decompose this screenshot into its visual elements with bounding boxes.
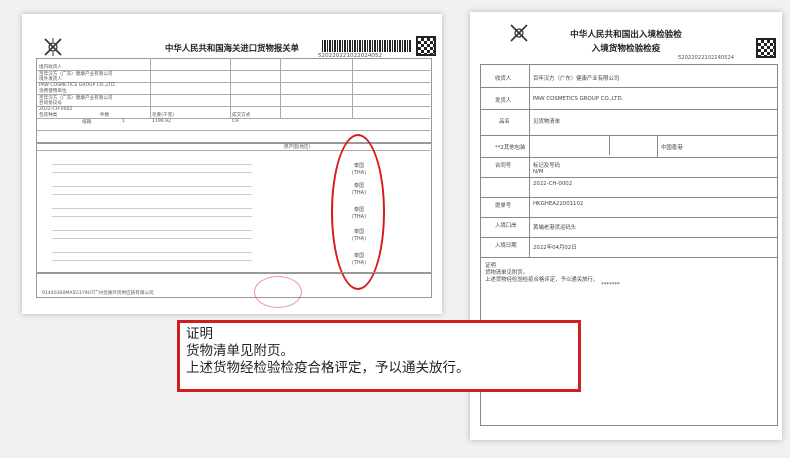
- seal-stamp: [254, 276, 302, 308]
- notice-title: 证明: [186, 326, 213, 342]
- origin-col-header: 原产国(地区): [284, 145, 311, 150]
- notice-line-clearance: 上述货物经检验检疫合格评定，予以通关放行。: [186, 360, 470, 376]
- certification-notice-callout: 证明 货物清单见附页。 上述货物经检验检疫合格评定，予以通关放行。: [177, 320, 581, 392]
- origin-highlight-oval: [331, 134, 385, 290]
- right-qr-code: [756, 38, 776, 58]
- customs-declaration-document: 中华人民共和国海关进口货物报关单 520220221022024052 境内收货…: [22, 14, 442, 314]
- qr-code: [416, 36, 436, 56]
- footer-company: 91440300MA5G1Y9U7广州优质外贸供应链有限公司: [42, 291, 154, 296]
- notice-line-attachment: 货物清单见附页。: [186, 343, 294, 359]
- right-doc-title-1: 中华人民共和国出入境检验检: [570, 30, 682, 40]
- right-doc-title-2: 入境货物检验检疫: [591, 44, 661, 54]
- cert-serial: 52022022102240524: [678, 55, 735, 61]
- barcode: [322, 40, 412, 52]
